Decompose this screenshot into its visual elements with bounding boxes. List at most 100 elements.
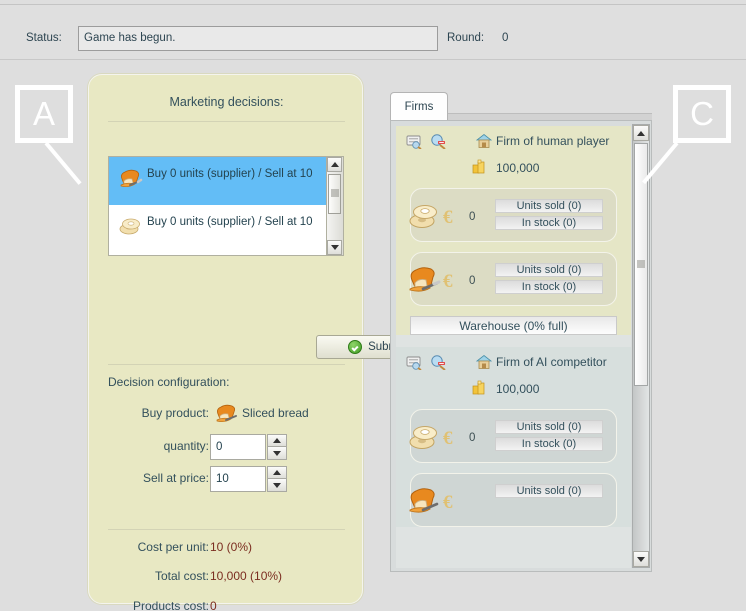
firm-cash: 100,000: [496, 382, 540, 396]
triangle-down-icon: [637, 556, 645, 562]
coins-icon: [471, 379, 488, 396]
euro-icon: €: [443, 271, 453, 292]
product-card[interactable]: € 0 Units sold (0) In stock (0): [409, 409, 617, 463]
round-value: 0: [502, 32, 509, 44]
status-bar: Status: Game has begun. Round: 0: [0, 4, 746, 60]
firm-card-human: Firm of human player 100,000 € 0 Units s…: [396, 126, 631, 335]
firms-scroll-viewport[interactable]: Firm of human player 100,000 € 0 Units s…: [396, 126, 631, 568]
scroll-up-button[interactable]: [633, 125, 649, 141]
firm-header: Firm of AI competitor 100,000: [396, 347, 631, 409]
sliced-bread-icon: [405, 482, 441, 516]
euro-icon: €: [443, 492, 453, 513]
coins-icon: [471, 158, 488, 175]
quantity-arrows[interactable]: [267, 434, 287, 460]
firms-panel-body: Firm of human player 100,000 € 0 Units s…: [390, 120, 652, 572]
triangle-up-icon: [330, 162, 339, 167]
quantity-decrement-button[interactable]: [267, 447, 287, 460]
in-stock-bar: In stock (0): [495, 280, 603, 294]
triangle-up-icon: [273, 438, 281, 443]
total-cost-label: Total cost:: [154, 569, 209, 583]
panel-title: Marketing decisions:: [169, 95, 284, 109]
round-label: Round:: [447, 32, 485, 44]
product-card[interactable]: € 0 Units sold (0) In stock (0): [409, 188, 617, 242]
triangle-down-icon: [273, 450, 281, 456]
firm-card-ai: Firm of AI competitor 100,000 € 0 Units …: [396, 347, 631, 527]
list-item[interactable]: Buy 0 units (supplier) / Sell at 10: [109, 157, 326, 205]
decision-configuration-label: Decision configuration:: [108, 375, 230, 389]
cost-per-unit-label: Cost per unit:: [137, 540, 209, 554]
quantity-increment-button[interactable]: [267, 434, 287, 447]
scroll-down-button[interactable]: [327, 240, 342, 255]
in-stock-bar: In stock (0): [495, 216, 603, 230]
sell-price-arrows[interactable]: [267, 466, 287, 492]
quantity-input[interactable]: [210, 434, 266, 460]
house-icon: [475, 133, 493, 149]
product-price: 0: [469, 211, 476, 223]
euro-icon: €: [443, 207, 453, 228]
donut-icon: [117, 213, 143, 239]
magnifier-minus-icon[interactable]: [430, 134, 447, 150]
product-card[interactable]: € 0 Units sold (0) In stock (0): [409, 252, 617, 306]
status-field: Game has begun.: [78, 26, 438, 51]
units-sold-bar: Units sold (0): [495, 420, 603, 434]
firms-scrollbar[interactable]: [632, 124, 650, 568]
callout-marker-a: A: [15, 85, 73, 143]
decisions-list[interactable]: Buy 0 units (supplier) / Sell at 10 Buy …: [108, 156, 327, 256]
decisions-list-scrollbar[interactable]: [327, 156, 344, 256]
list-item-label: Buy 0 units (supplier) / Sell at 10: [147, 216, 313, 228]
firm-cash: 100,000: [496, 161, 540, 175]
scrollbar-thumb[interactable]: [328, 174, 341, 214]
scroll-down-button[interactable]: [633, 551, 649, 567]
callout-marker-c: C: [673, 85, 731, 143]
firm-name: Firm of AI competitor: [496, 355, 607, 369]
sliced-bread-icon: [405, 261, 441, 295]
units-sold-bar: Units sold (0): [495, 199, 603, 213]
divider: [108, 529, 345, 530]
firm-header: Firm of human player 100,000: [396, 126, 631, 188]
product-card[interactable]: € Units sold (0): [409, 473, 617, 527]
archive-box-icon[interactable]: [406, 355, 423, 371]
triangle-up-icon: [637, 130, 645, 136]
firm-name: Firm of human player: [496, 134, 610, 148]
sell-price-stepper[interactable]: [210, 466, 287, 492]
archive-box-icon[interactable]: [406, 134, 423, 150]
products-cost-value: 0: [210, 599, 217, 611]
grip-lines-icon: [330, 189, 339, 199]
grip-lines-icon: [637, 260, 645, 269]
status-label: Status:: [26, 32, 62, 44]
buy-product-value: Sliced bread: [242, 406, 309, 420]
list-item-label: Buy 0 units (supplier) / Sell at 10: [147, 168, 313, 180]
triangle-down-icon: [273, 482, 281, 488]
callout-letter: C: [690, 95, 714, 132]
triangle-down-icon: [330, 245, 339, 250]
triangle-up-icon: [273, 470, 281, 475]
callout-pointer-a: [44, 141, 82, 185]
firms-tab-pane: Firms Firm of human player 100,000 € 0 U…: [390, 92, 652, 572]
scroll-up-button[interactable]: [327, 157, 342, 172]
green-check-icon: [348, 340, 363, 354]
units-sold-bar: Units sold (0): [495, 484, 603, 498]
list-item[interactable]: Buy 0 units (supplier) / Sell at 10: [109, 205, 326, 253]
buy-product-label: Buy product:: [141, 406, 209, 420]
house-icon: [475, 354, 493, 370]
quantity-label: quantity:: [163, 439, 209, 453]
in-stock-bar: In stock (0): [495, 437, 603, 451]
product-price: 0: [469, 432, 476, 444]
magnifier-minus-icon[interactable]: [430, 355, 447, 371]
product-price: 0: [469, 275, 476, 287]
marketing-decisions-panel: Marketing decisions: Decisions: Buy 0 un…: [88, 74, 436, 611]
sell-price-input[interactable]: [210, 466, 266, 492]
quantity-stepper[interactable]: [210, 434, 287, 460]
sell-price-label: Sell at price:: [142, 471, 209, 485]
total-cost-value: 10,000 (10%): [210, 569, 283, 583]
callout-letter: A: [32, 95, 55, 132]
cost-per-unit-value: 10 (0%): [210, 540, 253, 554]
sell-price-decrement-button[interactable]: [267, 479, 287, 492]
euro-icon: €: [443, 428, 453, 449]
units-sold-bar: Units sold (0): [495, 263, 603, 277]
sell-price-increment-button[interactable]: [267, 466, 287, 479]
products-cost-label: Products cost:: [132, 599, 209, 611]
divider: [108, 121, 345, 122]
tab-firms[interactable]: Firms: [390, 92, 448, 120]
donut-icon: [405, 418, 441, 452]
